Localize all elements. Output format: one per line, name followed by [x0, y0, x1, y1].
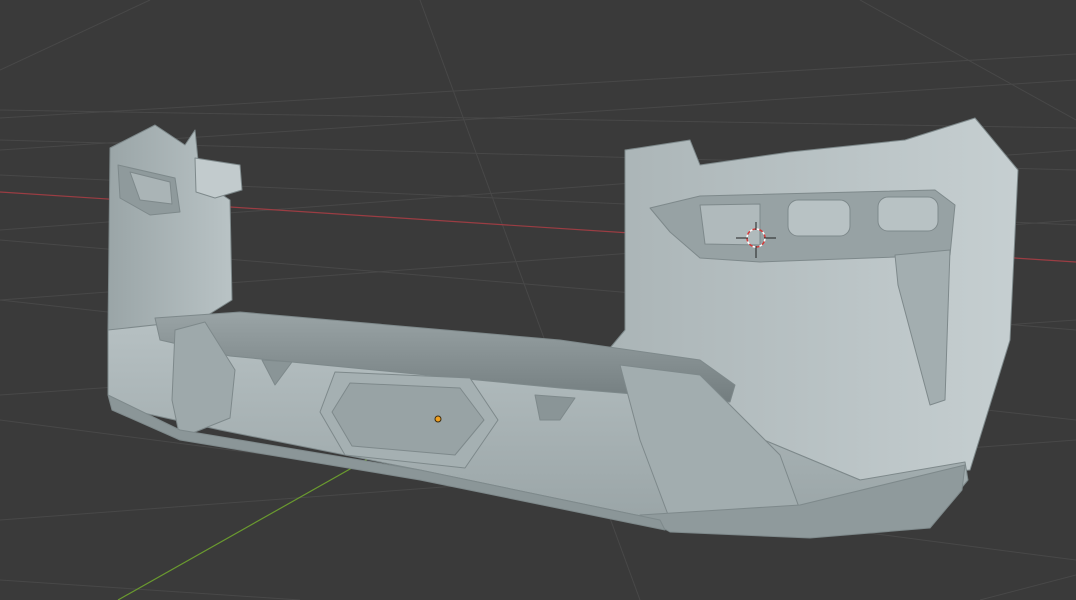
right-headlight-lens-3 [877, 196, 939, 232]
right-headlight-lens-2 [787, 199, 851, 237]
left-mount-bracket [194, 157, 243, 199]
3d-viewport[interactable] [0, 0, 1076, 600]
license-plate-recess-inner [331, 382, 485, 456]
right-headlight-lens-1 [699, 203, 761, 246]
viewport-canvas[interactable] [0, 0, 1076, 600]
object-origin-dot-icon [434, 415, 442, 423]
front-bumper-mesh[interactable] [107, 117, 1019, 539]
left-fender-panel[interactable] [107, 124, 233, 341]
